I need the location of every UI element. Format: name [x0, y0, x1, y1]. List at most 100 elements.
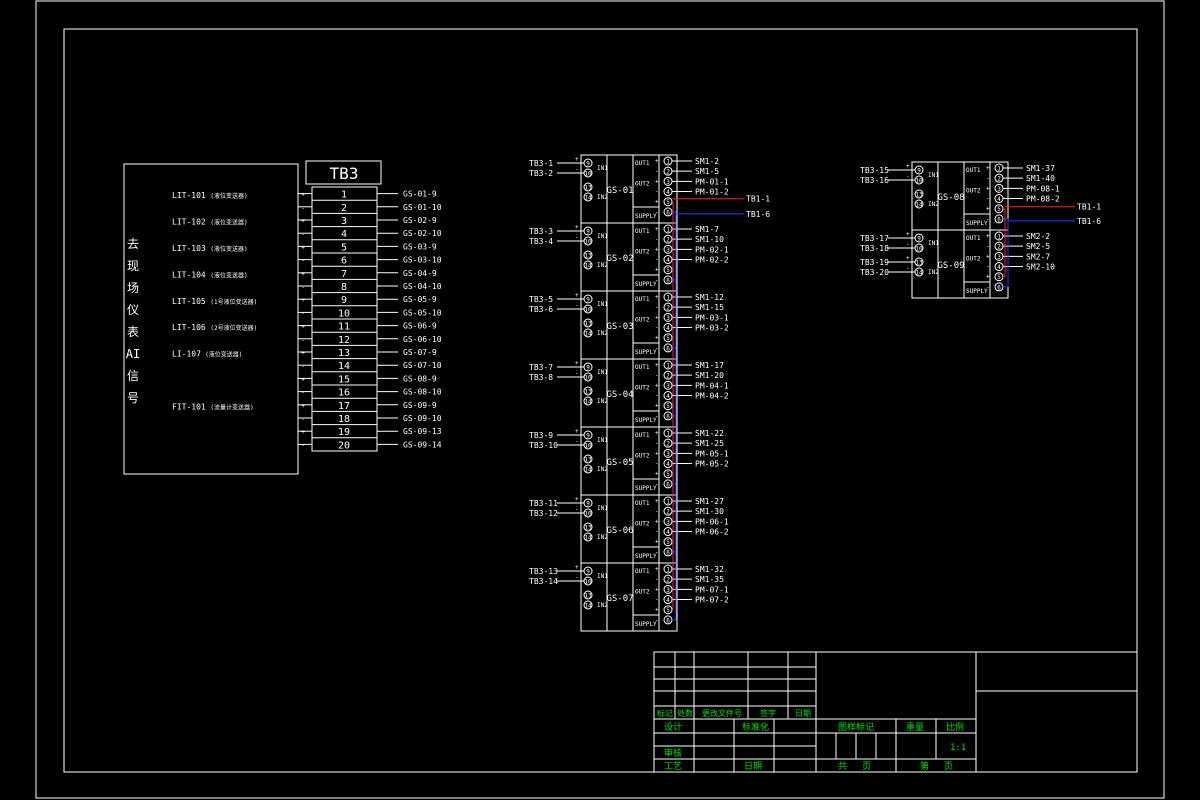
input-wire-label: TB3-1 — [529, 159, 553, 168]
out2-label: OUT2 — [635, 452, 650, 459]
terminal-number: 5 — [666, 403, 670, 410]
instrument-tag: LIT-102 — [172, 218, 206, 227]
output-wire-label: PM-06-1 — [695, 517, 729, 526]
polarity-mark: - — [655, 168, 659, 175]
polarity-mark: - — [655, 345, 659, 352]
output-wire-label: SM2-7 — [1026, 252, 1050, 261]
terminal-number: 6 — [997, 284, 1001, 291]
vertical-label-char: 场 — [127, 281, 139, 295]
out1-label: OUT1 — [635, 228, 650, 235]
polarity-mark: - — [655, 576, 659, 583]
polarity-mark: + — [301, 244, 305, 251]
polarity-mark: + — [301, 297, 305, 304]
terminal-number: 10 — [915, 178, 923, 185]
input-wire-label: TB3-4 — [529, 237, 553, 246]
output-wire-label: SM1-12 — [695, 293, 724, 302]
tb3-terminal-strip: 1 + GS-01-9 2 - GS-01-10 3 + GS-02-9 4 - GS-02-10 5 +… — [298, 186, 442, 452]
out2-label: OUT2 — [635, 588, 650, 595]
terminal-number: 10 — [584, 511, 592, 518]
polarity-mark: + — [575, 428, 579, 435]
terminal-number: 4 — [666, 189, 670, 196]
terminal-number: 4 — [997, 264, 1001, 271]
input-wire-label: TB3-12 — [529, 509, 558, 518]
terminal-number: 2 — [341, 203, 347, 214]
input-wire-label: TB3-14 — [529, 577, 558, 586]
polarity-mark: + — [655, 403, 659, 410]
polarity-mark: + — [301, 192, 305, 199]
wire-label: GS-02-9 — [403, 216, 437, 225]
terminal-number: 11 — [338, 322, 350, 333]
terminal-number: 14 — [584, 195, 592, 202]
polarity-mark: - — [301, 337, 305, 344]
polarity-mark: + — [301, 376, 305, 383]
polarity-mark: - — [655, 549, 659, 556]
in2-label: IN2 — [597, 330, 608, 337]
terminal-number: 1 — [666, 499, 670, 506]
polarity-mark: + — [655, 158, 659, 165]
terminal-number: 15 — [338, 374, 350, 385]
polarity-mark: - — [986, 196, 990, 203]
supply-label: SUPPLY — [635, 213, 657, 220]
module-id: GS-03 — [606, 322, 633, 332]
input-wire-label: TB3-15 — [860, 166, 889, 175]
input-wire-label: TB3-16 — [860, 176, 889, 185]
polarity-mark: + — [655, 267, 659, 274]
in1-label: IN1 — [597, 369, 608, 376]
out1-label: OUT1 — [635, 432, 650, 439]
in2-label: IN2 — [928, 269, 939, 276]
polarity-mark: + — [575, 564, 579, 571]
polarity-mark: - — [986, 175, 990, 182]
terminal-number: 3 — [666, 247, 670, 254]
in1-label: IN1 — [597, 165, 608, 172]
wire-label: GS-09-13 — [403, 427, 442, 436]
polarity-mark: + — [655, 178, 659, 185]
output-wire-label: SM1-27 — [695, 497, 724, 506]
input-wire-label: TB3-17 — [860, 234, 889, 243]
terminal-number: 2 — [666, 509, 670, 516]
module-id: GS-09 — [937, 261, 964, 271]
terminal-number: 1 — [666, 159, 670, 166]
terminal-number: 9 — [586, 433, 590, 440]
module-gs-06: SUPPLY GS-06 IN1 9 10 IN2 13 14 + TB3-11 - TB3-12 1 +… — [529, 494, 729, 564]
terminal-number: 13 — [584, 525, 592, 532]
polarity-mark: - — [655, 236, 659, 243]
sheet-page-label: 页 — [944, 761, 953, 772]
terminal-number: 4 — [666, 529, 670, 536]
instrument-tag: LIT-104 — [172, 270, 206, 279]
wire-label: GS-09-9 — [403, 401, 437, 410]
output-wire-label: PM-05-2 — [695, 460, 729, 469]
out1-label: OUT1 — [635, 160, 650, 167]
polarity-mark: + — [301, 271, 305, 278]
wire-label: GS-09-10 — [403, 414, 442, 423]
output-wire-label: SM1-7 — [695, 225, 719, 234]
out1-label: OUT1 — [635, 568, 650, 575]
vertical-label-char: AI — [126, 347, 140, 361]
standardize-label: 标准化 — [742, 721, 769, 733]
wire-label: GS-03-10 — [403, 256, 442, 265]
out1-label: OUT1 — [966, 167, 981, 174]
module-gs-08: SUPPLY GS-08 IN1 9 10 IN2 13 14 + TB3-15 - TB3-16 1 +… — [860, 161, 1060, 231]
terminal-number: 3 — [666, 451, 670, 458]
supply-label: SUPPLY — [635, 553, 657, 560]
terminal-number: 2 — [997, 244, 1001, 251]
polarity-mark: + — [655, 294, 659, 301]
terminal-number: 4 — [666, 461, 670, 468]
out1-label: OUT1 — [635, 500, 650, 507]
supply-label: SUPPLY — [966, 288, 988, 295]
polarity-mark: + — [655, 539, 659, 546]
polarity-mark: - — [906, 241, 910, 248]
polarity-mark: + — [575, 292, 579, 299]
terminal-number: 3 — [666, 179, 670, 186]
polarity-mark: - — [655, 413, 659, 420]
terminal-number: 1 — [997, 234, 1001, 241]
polarity-mark: + — [301, 403, 305, 410]
in1-label: IN1 — [597, 573, 608, 580]
module-gs-02: SUPPLYGS-02IN1910IN21314+TB3-3-TB3-41+2-… — [529, 222, 729, 292]
input-wire-label: TB3-10 — [529, 441, 558, 450]
instrument-tag: LIT-101 — [172, 191, 206, 200]
terminal-number: 3 — [997, 254, 1001, 261]
terminal-number: 2 — [997, 176, 1001, 183]
tb3-title: TB3 — [330, 164, 359, 183]
output-wire-label: SM1-5 — [695, 167, 719, 176]
wire-label: GS-04-9 — [403, 269, 437, 278]
